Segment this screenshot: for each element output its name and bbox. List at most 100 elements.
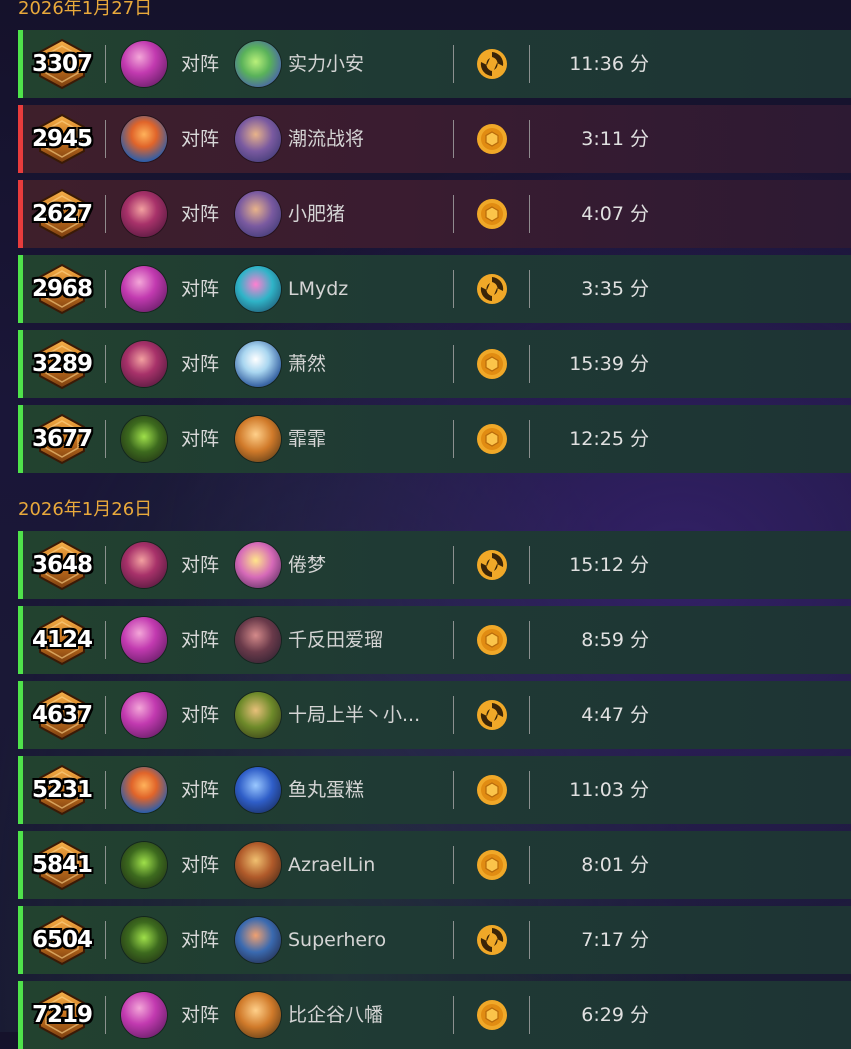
divider	[453, 996, 454, 1034]
teal-hero-icon	[235, 266, 281, 312]
match-row[interactable]: 7219 对阵 比企谷八幡 6:29 分	[18, 981, 851, 1049]
rating-badge: 3307	[32, 38, 93, 90]
match-row[interactable]: 5231 对阵 鱼丸蛋糕 11:03 分	[18, 756, 851, 824]
match-duration: 6:29 分	[581, 1004, 649, 1026]
match-row[interactable]: 6504 对阵 Superhero 7:17 分	[18, 906, 851, 974]
versus-label: 对阵	[181, 629, 220, 651]
match-row[interactable]: 3648 对阵 倦梦 15:12 分	[18, 531, 851, 599]
match-row[interactable]: 4637 对阵 十局上半丶小... 4:47 分	[18, 681, 851, 749]
purple-hero-icon	[121, 542, 167, 588]
opponent-name[interactable]: Superhero	[288, 906, 386, 974]
divider	[105, 921, 106, 959]
pink-hero-icon	[121, 266, 167, 312]
rating-value: 2945	[31, 126, 93, 152]
opponent-name[interactable]: 比企谷八幡	[288, 981, 383, 1049]
divider	[529, 195, 530, 233]
versus-label: 对阵	[181, 278, 220, 300]
match-duration: 15:39 分	[569, 353, 649, 375]
match-row[interactable]: 4124 对阵 千反田爱瑠 8:59 分	[18, 606, 851, 674]
match-duration: 3:11 分	[581, 128, 649, 150]
opponent-name[interactable]: 霏霏	[288, 405, 326, 473]
rating-badge: 3289	[32, 338, 93, 390]
match-duration: 15:12 分	[569, 554, 649, 576]
coin-mode-icon	[476, 348, 508, 380]
rating-badge: 3648	[32, 539, 93, 591]
rating-value: 2627	[31, 201, 93, 227]
swirl-mode-icon	[476, 549, 508, 581]
match-duration: 4:47 分	[581, 704, 649, 726]
divider	[529, 696, 530, 734]
divider	[105, 771, 106, 809]
rating-badge: 6504	[32, 914, 93, 966]
match-row[interactable]: 2968 对阵 LMydz 3:35 分	[18, 255, 851, 323]
opponent-name[interactable]: 倦梦	[288, 531, 326, 599]
match-row[interactable]: 5841 对阵 AzraelLin 8:01 分	[18, 831, 851, 899]
divider	[105, 270, 106, 308]
goblin-hero-icon	[235, 692, 281, 738]
opponent-name[interactable]: 萧然	[288, 330, 326, 398]
opponent-name[interactable]: 十局上半丶小...	[288, 681, 420, 749]
orange-hero-icon	[235, 416, 281, 462]
rating-badge: 2968	[32, 263, 93, 315]
orange-hero-icon	[235, 992, 281, 1038]
rating-value: 3289	[31, 351, 93, 377]
divider	[453, 270, 454, 308]
divider	[105, 546, 106, 584]
match-row[interactable]: 3677 对阵 霏霏 12:25 分	[18, 405, 851, 473]
divider	[529, 921, 530, 959]
divider	[529, 621, 530, 659]
divider	[453, 846, 454, 884]
match-duration: 11:36 分	[569, 53, 649, 75]
pink-hero-icon	[121, 992, 167, 1038]
rating-value: 3307	[31, 51, 93, 77]
divider	[529, 120, 530, 158]
blue-hat-hero-icon	[235, 191, 281, 237]
divider	[453, 345, 454, 383]
match-row[interactable]: 2945 对阵 潮流战将 3:11 分	[18, 105, 851, 173]
opponent-name[interactable]: 小肥猪	[288, 180, 345, 248]
divider	[453, 120, 454, 158]
opponent-name[interactable]: 潮流战将	[288, 105, 364, 173]
green-hero-icon	[121, 917, 167, 963]
divider	[453, 696, 454, 734]
rating-value: 3677	[31, 426, 93, 452]
opponent-name[interactable]: AzraelLin	[288, 831, 375, 899]
match-row[interactable]: 3307 对阵 实力小安 11:36 分	[18, 30, 851, 98]
green-hero-icon	[121, 842, 167, 888]
divider	[529, 846, 530, 884]
divider	[529, 45, 530, 83]
match-duration: 3:35 分	[581, 278, 649, 300]
rating-badge: 4637	[32, 689, 93, 741]
rating-badge: 4124	[32, 614, 93, 666]
divider	[453, 45, 454, 83]
opponent-name[interactable]: 千反田爱瑠	[288, 606, 383, 674]
dragon-hero-icon	[235, 41, 281, 87]
blue-dragon-hero-icon	[235, 767, 281, 813]
divider	[453, 621, 454, 659]
swirl-mode-icon	[476, 699, 508, 731]
match-row[interactable]: 3289 对阵 萧然 15:39 分	[18, 330, 851, 398]
date-header: 2026年1月27日	[18, 0, 153, 19]
divider	[105, 696, 106, 734]
purple-hero-icon	[121, 191, 167, 237]
tauren-hero-icon	[235, 842, 281, 888]
opponent-name[interactable]: LMydz	[288, 255, 348, 323]
date-header: 2026年1月26日	[18, 499, 153, 520]
swirl-mode-icon	[476, 924, 508, 956]
match-row[interactable]: 2627 对阵 小肥猪 4:07 分	[18, 180, 851, 248]
versus-label: 对阵	[181, 854, 220, 876]
ice-hero-icon	[235, 341, 281, 387]
rating-value: 6504	[31, 927, 93, 953]
rating-value: 2968	[31, 276, 93, 302]
coin-mode-icon	[476, 999, 508, 1031]
divider	[105, 45, 106, 83]
divider	[529, 546, 530, 584]
divider	[105, 345, 106, 383]
versus-label: 对阵	[181, 704, 220, 726]
opponent-name[interactable]: 鱼丸蛋糕	[288, 756, 364, 824]
rating-value: 5841	[31, 852, 93, 878]
purple-hero-icon	[121, 341, 167, 387]
divider	[453, 195, 454, 233]
opponent-name[interactable]: 实力小安	[288, 30, 364, 98]
coin-mode-icon	[476, 849, 508, 881]
